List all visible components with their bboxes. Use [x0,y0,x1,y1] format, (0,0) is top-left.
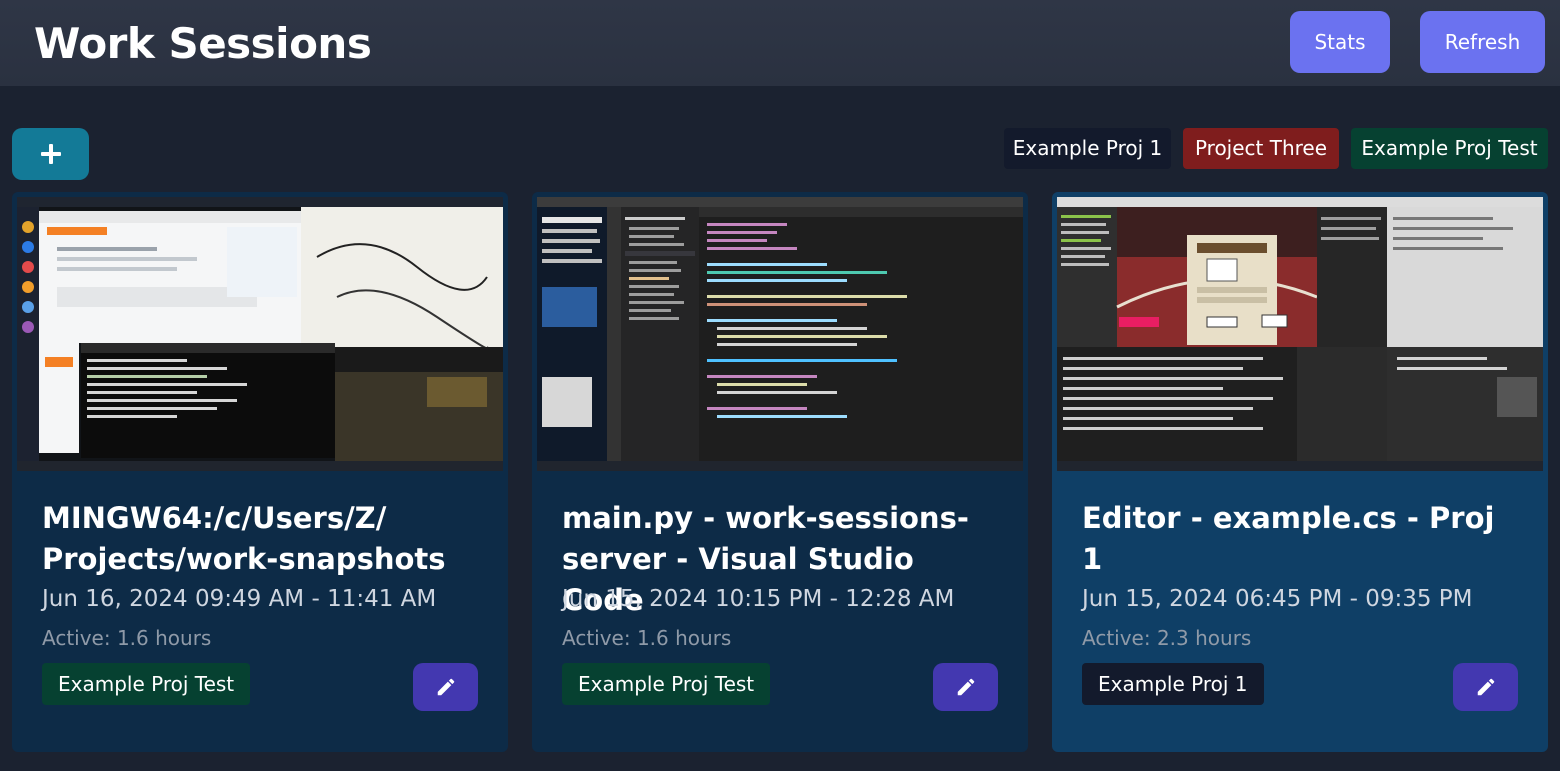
project-filter-example-proj-test[interactable]: Example Proj Test [1351,128,1548,169]
session-active-duration: Active: 1.6 hours [42,626,212,650]
top-bar: Work Sessions Stats Refresh [0,0,1560,86]
session-card[interactable]: MINGW64:/c/Users/Z/ Projects/work-snapsh… [12,192,508,752]
session-card[interactable]: main.py - work-sessions- server - Visual… [532,192,1028,752]
session-card[interactable]: Editor - example.cs - Proj 1 Jun 15, 202… [1052,192,1548,752]
session-title: MINGW64:/c/Users/Z/ Projects/work-snapsh… [42,501,446,576]
session-time-range: Jun 15, 2024 06:45 PM - 09:35 PM [1082,586,1473,612]
session-active-duration: Active: 1.6 hours [562,626,732,650]
project-filter-project-three[interactable]: Project Three [1183,128,1339,169]
project-tag[interactable]: Example Proj Test [42,663,251,705]
screenshot-image [1057,197,1543,471]
session-title: Editor - example.cs - Proj 1 [1082,501,1495,576]
pencil-icon [957,678,974,696]
session-thumbnail[interactable] [17,197,503,471]
session-time-range: Jun 16, 2024 09:49 AM - 11:41 AM [42,586,437,612]
project-filter-example-proj-1[interactable]: Example Proj 1 [1004,128,1171,169]
session-thumbnail[interactable] [537,197,1023,471]
project-tag[interactable]: Example Proj Test [562,663,771,705]
edit-button[interactable] [933,663,998,711]
edit-button[interactable] [1453,663,1518,711]
screenshot-image [17,197,503,471]
session-active-duration: Active: 2.3 hours [1082,626,1252,650]
pencil-icon [437,678,454,696]
add-session-button[interactable] [12,128,89,180]
pencil-icon [1477,678,1494,696]
edit-button[interactable] [413,663,478,711]
plus-icon [40,144,61,164]
page-title: Work Sessions [34,19,372,68]
session-time-range: Jun 15, 2024 10:15 PM - 12:28 AM [562,586,955,612]
screenshot-image [537,197,1023,471]
refresh-button[interactable]: Refresh [1420,11,1545,73]
stats-button[interactable]: Stats [1290,11,1390,73]
session-thumbnail[interactable] [1057,197,1543,471]
project-tag[interactable]: Example Proj 1 [1082,663,1264,705]
